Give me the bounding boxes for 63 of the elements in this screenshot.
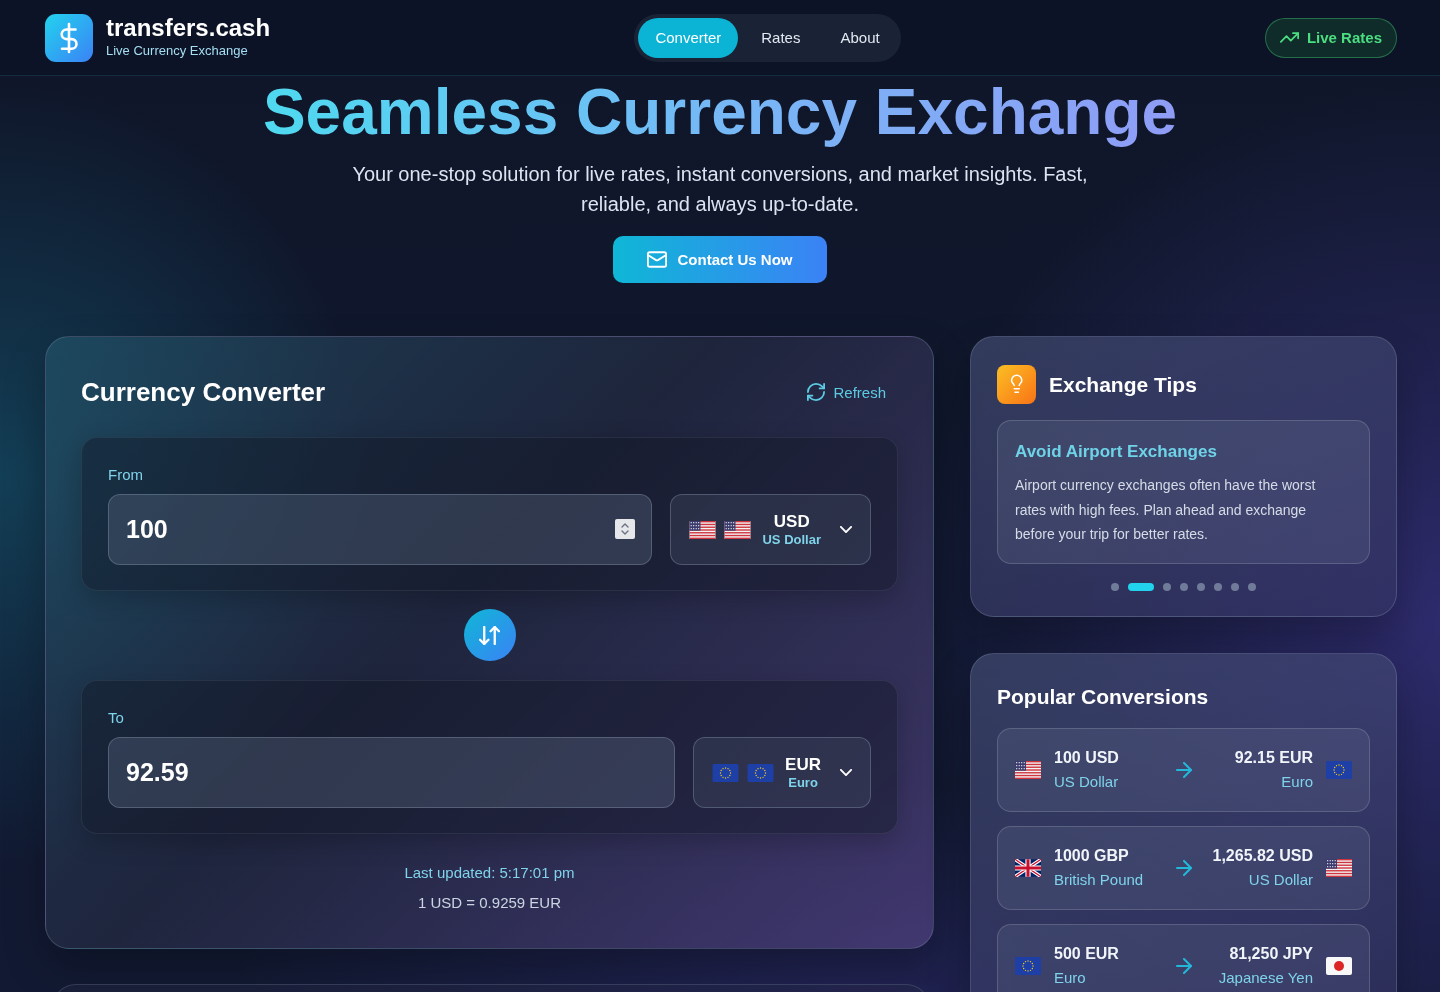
chevron-down-icon [840,526,852,533]
us-flag-icon [1326,858,1352,877]
currency-name: Japanese Yen [1218,967,1313,988]
dollar-icon [45,13,93,62]
pagination-dot[interactable] [1231,582,1239,591]
conversion-row[interactable]: 500 EUR Euro 81,250 JPY Japanese Yen [997,923,1370,992]
pagination-dot[interactable] [1180,582,1188,591]
swap-button[interactable] [463,609,516,661]
conversion-row[interactable]: 1000 GBP British Pound 1,265.82 USD US Dollar [997,825,1370,910]
brand-tagline: Live Currency Exchange [106,42,249,59]
currency-name: British Pound [1054,869,1144,890]
currency-name: Euro [1054,967,1087,988]
hero-subtitle: Your one-stop solution for live rates, instant conversions, and market insights. Fast, reliable, and always up-to-date. [351,162,1089,217]
converter-title: Currency Converter [81,376,326,408]
live-rates-button[interactable]: Live Rates [1264,17,1397,58]
chevron-down-icon [840,769,852,776]
currency-select[interactable]: EUR Euro [693,737,871,808]
pagination-dot[interactable] [1111,582,1119,591]
eu-flag-icon [1015,956,1041,975]
tip-text: Airport currency exchanges often have the worst rates with high fees. Plan ahead and exchange before your trip for better rates. [1015,476,1317,544]
arrow-right-icon [1175,761,1192,778]
pagination-dot[interactable] [1197,582,1205,591]
us-flag-icon [1015,760,1041,779]
amount-text: 92.15 EUR [1234,747,1313,768]
eu-flag-icon [1326,760,1352,779]
amount-text: 1000 GBP [1054,845,1130,866]
refresh-icon [807,383,826,401]
popular-title: Popular Conversions [997,683,1210,710]
conversion-row[interactable]: 100 USD US Dollar 92.15 EUR Euro [997,727,1370,812]
amount-input[interactable]: 92.59 [108,737,676,808]
amount-text: 100 USD [1054,747,1119,768]
amount-text: 1,265.82 USD [1212,845,1313,866]
pagination-dot[interactable] [1248,582,1256,591]
uk-flag-icon [1015,858,1041,877]
tips-title: Exchange Tips [1049,371,1197,398]
exchange-rate-text: 1 USD = 0.9259 EUR [418,893,561,913]
pagination-dot[interactable] [1214,582,1222,591]
eu-flag-icon [747,763,775,782]
brand-name: transfers.cash [106,12,271,43]
amount-text: 81,250 JPY [1229,943,1313,964]
trending-up-icon [1279,32,1299,43]
japan-flag-icon [1326,956,1352,975]
pagination-dot[interactable] [1163,582,1171,591]
mail-icon [647,251,668,268]
last-updated-text: Last updated: 5:17:01 pm [404,863,575,883]
field-label: To [108,708,124,728]
nav-tab[interactable]: About [823,17,897,58]
currency-name: US Dollar [1054,771,1119,792]
us-flag-icon [724,520,752,539]
tip-title: Avoid Airport Exchanges [1015,441,1218,463]
amount-text: 500 EUR [1054,943,1119,964]
arrow-right-icon [1175,859,1192,876]
eu-flag-icon [712,763,740,782]
field-label: From [108,465,143,485]
arrow-right-icon [1175,957,1192,974]
nav-tab[interactable]: Rates [744,17,818,58]
refresh-button[interactable]: Refresh [795,377,898,407]
arrows-up-down-icon [479,625,500,645]
currency-name: Euro [1281,771,1313,792]
currency-select[interactable]: USD US Dollar [670,494,871,565]
lightbulb-icon [997,365,1036,404]
us-flag-icon [689,520,717,539]
currency-name: US Dollar [1248,869,1313,890]
